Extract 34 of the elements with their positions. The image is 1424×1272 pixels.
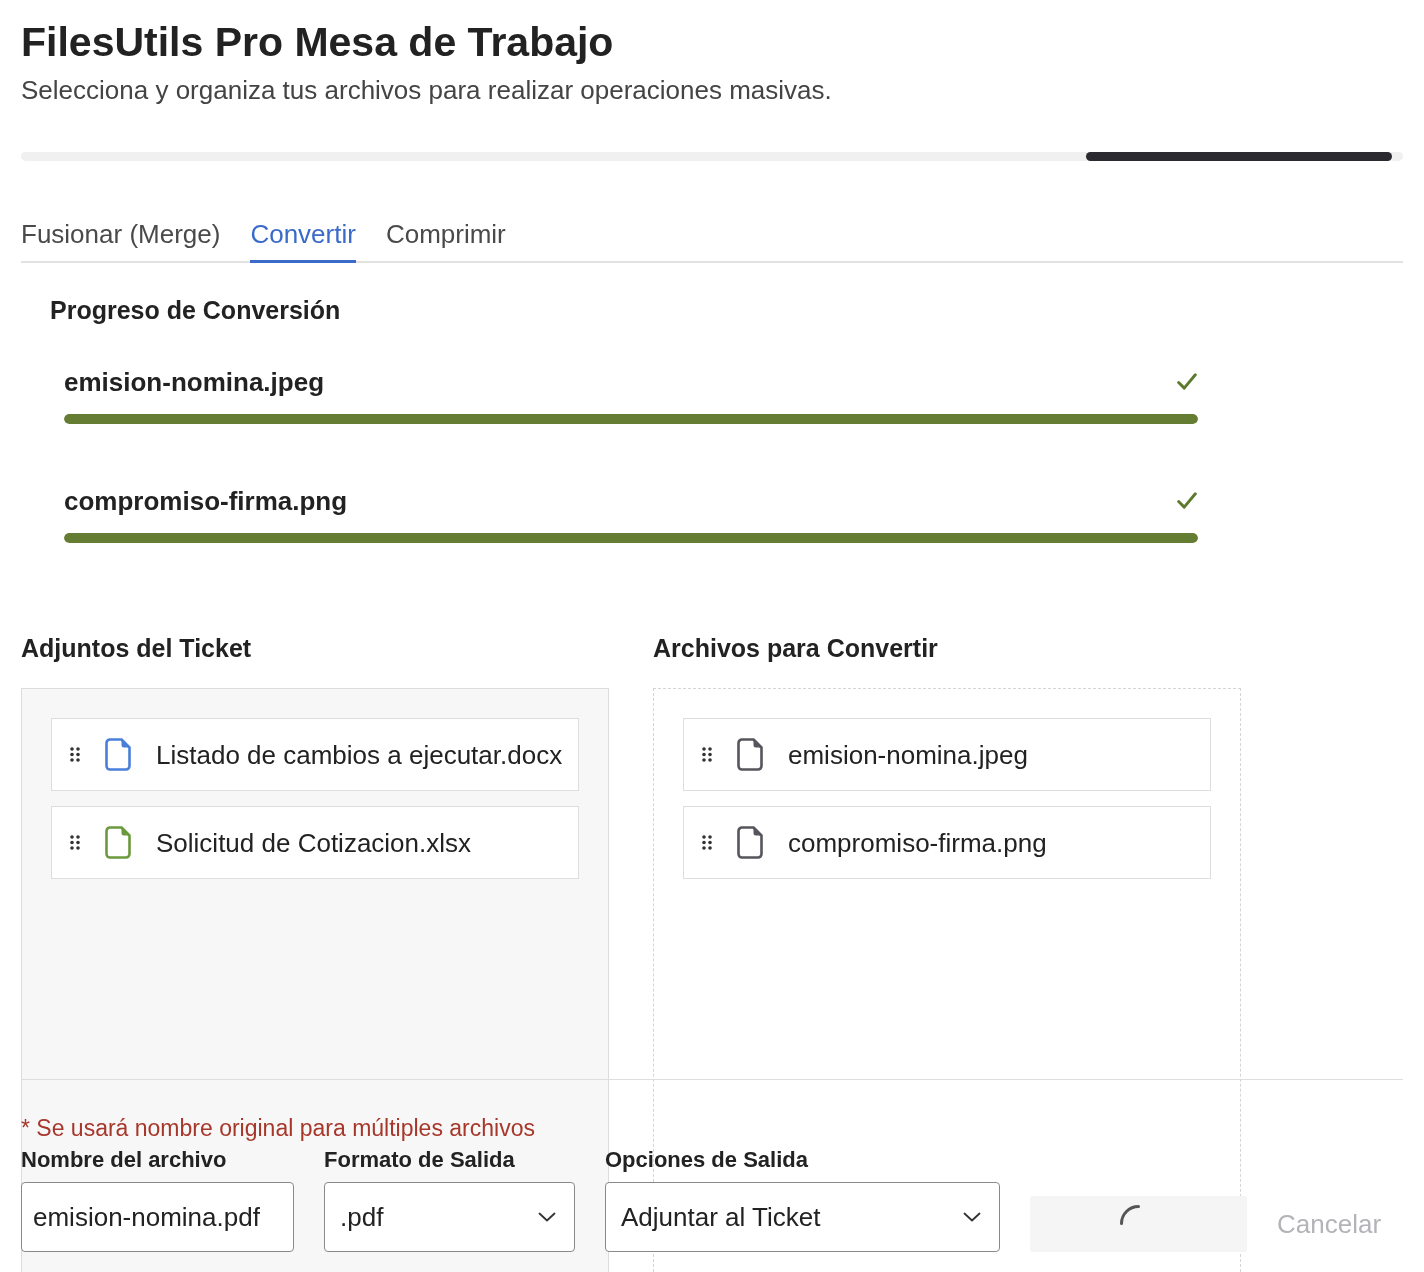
file-name: emision-nomina.jpeg [64,366,325,398]
field-label: Nombre del archivo [21,1146,228,1174]
file-name: compromiso-firma.png [788,826,1047,859]
format-dropdown[interactable]: .pdf [324,1182,575,1252]
horizontal-scrollbar[interactable] [21,152,1403,161]
tab[interactable]: Fusionar (Merge) [21,209,221,263]
loading-button[interactable] [1030,1196,1247,1252]
file-name: compromiso-firma.png [64,485,348,517]
drag-handle-icon [70,747,80,762]
drag-handle-icon [702,835,712,850]
section-title: Archivos para Convertir [653,633,939,664]
tab[interactable]: Comprimir [385,209,506,263]
chevron-down-icon [963,1212,981,1222]
chevron-down-icon [538,1212,556,1222]
file-list-item[interactable]: compromiso-firma.png [683,806,1211,879]
page-subtitle: Selecciona y organiza tus archivos para realizar operaciones masivas. [21,74,833,106]
drag-handle-icon [702,747,712,762]
section-title: Adjuntos del Ticket [21,633,253,664]
warning-note: * Se usará nombre original para múltiples archivos [21,1114,536,1143]
drag-handle-icon [70,835,80,850]
file-name: Solicitud de Cotizacion.xlsx [156,826,472,859]
file-list-item[interactable]: Listado de cambios a ejecutar.docx [51,718,579,791]
file-name: Listado de cambios a ejecutar.docx [156,738,563,771]
file-list-item[interactable]: emision-nomina.jpeg [683,718,1211,791]
file-name: emision-nomina.jpeg [788,738,1028,771]
section-title: Progreso de Conversión [50,295,342,326]
scrollbar-thumb[interactable] [1086,152,1392,161]
file-name-field[interactable]: emision-nomina.pdf [21,1182,294,1252]
output-options-dropdown[interactable]: Adjuntar al Ticket [605,1182,1000,1252]
page-title: FilesUtils Pro Mesa de Trabajo [21,18,615,66]
file-list-item[interactable]: Solicitud de Cotizacion.xlsx [51,806,579,879]
field-label: Formato de Salida [324,1146,516,1174]
field-label: Opciones de Salida [605,1146,809,1174]
tab[interactable]: Convertir [250,209,356,263]
